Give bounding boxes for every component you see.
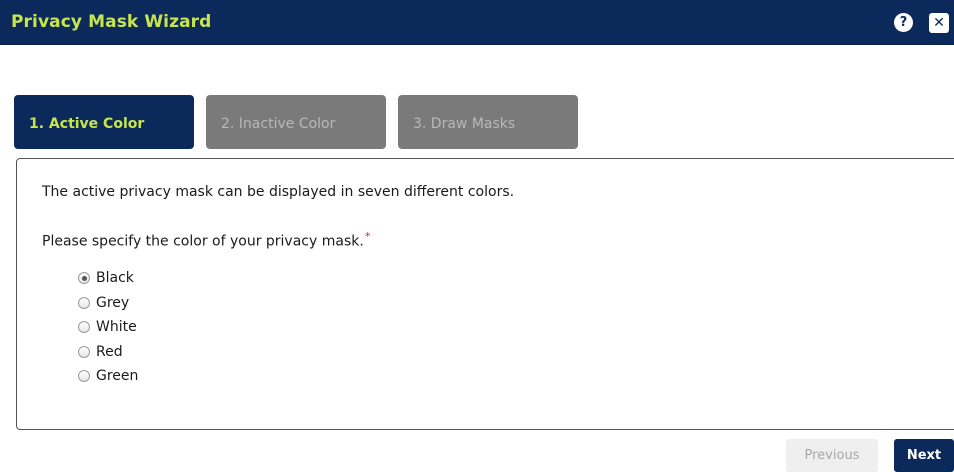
radio-button-white[interactable] <box>78 321 90 334</box>
radio-option-red[interactable]: Red <box>78 340 138 365</box>
radio-button-green[interactable] <box>78 370 90 383</box>
radio-option-green[interactable]: Green <box>78 364 138 389</box>
intro-text: The active privacy mask can be displayed… <box>42 184 515 200</box>
radio-button-grey[interactable] <box>78 296 90 309</box>
help-icon[interactable]: ? <box>894 13 913 32</box>
radio-button-black[interactable] <box>78 272 90 285</box>
color-radio-group: Black Grey White Red Green <box>78 266 138 389</box>
title-bar: Privacy Mask Wizard ? ✕ <box>0 0 954 45</box>
previous-button[interactable]: Previous <box>786 439 878 472</box>
radio-label-red[interactable]: Red <box>96 344 123 360</box>
tab-draw-masks[interactable]: 3. Draw Masks <box>398 95 578 149</box>
required-marker: * <box>364 230 371 243</box>
radio-option-white[interactable]: White <box>78 315 138 340</box>
window-title: Privacy Mask Wizard <box>11 12 212 32</box>
tab-active-color[interactable]: 1. Active Color <box>14 95 194 149</box>
radio-label-green[interactable]: Green <box>96 368 138 384</box>
color-question: Please specify the color of your privacy… <box>42 230 370 250</box>
radio-button-red[interactable] <box>78 345 90 358</box>
question-label: Please specify the color of your privacy… <box>42 233 364 250</box>
radio-option-grey[interactable]: Grey <box>78 291 138 316</box>
radio-label-grey[interactable]: Grey <box>96 295 129 311</box>
next-button[interactable]: Next <box>894 439 954 472</box>
close-icon[interactable]: ✕ <box>929 13 949 33</box>
radio-label-black[interactable]: Black <box>96 270 134 286</box>
radio-label-white[interactable]: White <box>96 319 137 335</box>
tab-inactive-color[interactable]: 2. Inactive Color <box>206 95 386 149</box>
radio-option-black[interactable]: Black <box>78 266 138 291</box>
